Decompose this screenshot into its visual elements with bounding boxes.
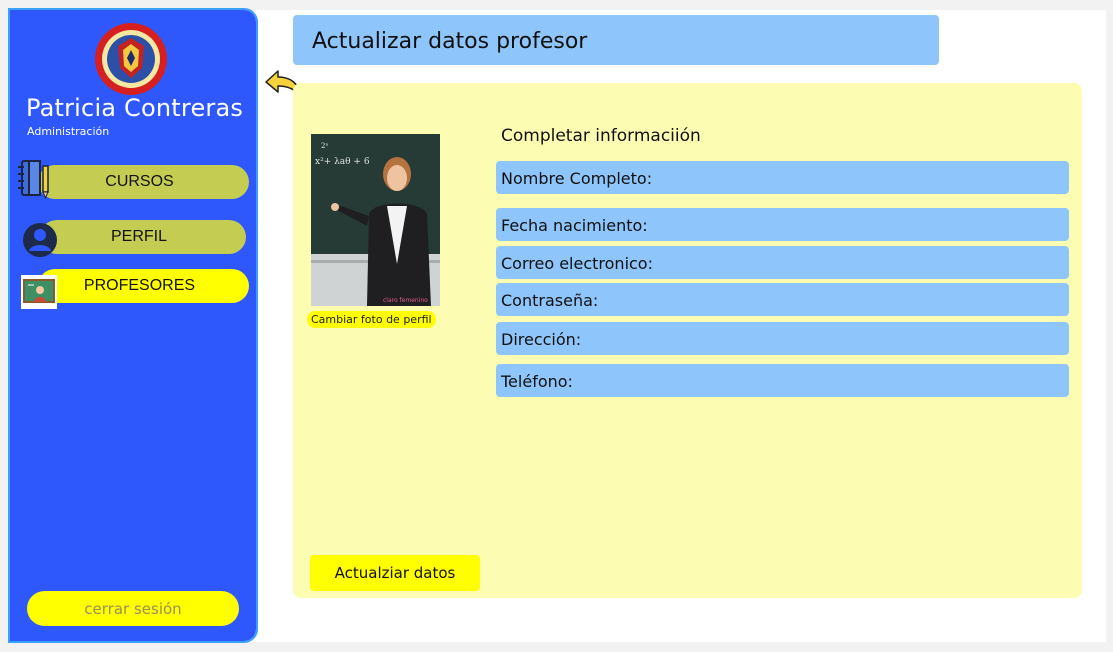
update-data-button[interactable]: Actualziar datos [310,555,480,591]
sidebar: Patricia Contreras Administración CURSOS… [8,8,258,643]
address-input[interactable] [676,326,1060,352]
email-field[interactable]: Correo electronico: [496,246,1069,279]
password-field[interactable]: Contraseña: [496,283,1069,316]
nav-item-profesores[interactable]: PROFESORES [38,269,249,303]
full-name-field[interactable]: Nombre Completo: [496,161,1069,194]
field-label: Correo electronico: [501,254,653,273]
nav-item-label: CURSOS [105,173,174,190]
field-label: Dirección: [501,330,582,349]
page-header: Actualizar datos profesor [293,15,939,65]
birthdate-input[interactable] [676,212,1060,238]
email-input[interactable] [676,250,1060,276]
svg-text:2ⁿ: 2ⁿ [321,142,328,150]
field-label: Teléfono: [501,372,573,391]
user-name: Patricia Contreras [26,94,244,122]
school-logo [95,23,167,95]
page-title: Actualizar datos profesor [312,29,588,54]
logout-button[interactable]: cerrar sesión [27,591,239,626]
phone-input[interactable] [676,368,1060,394]
notebook-icon [18,160,49,200]
change-photo-button[interactable]: Cambiar foto de perfil [307,311,436,328]
nav-item-label: PROFESORES [83,277,196,294]
profile-photo: x²+ λaθ + 6 2ⁿ claro femenino [311,134,440,306]
nav-item-perfil[interactable]: PERFIL [40,220,246,254]
nav-item-cursos[interactable]: CURSOS [38,165,249,199]
field-label: Fecha nacimiento: [501,216,648,235]
address-field[interactable]: Dirección: [496,322,1069,355]
teacher-icon [21,275,57,309]
nav-item-label: PERFIL [110,228,167,245]
user-icon [23,223,57,257]
form-panel: x²+ λaθ + 6 2ⁿ claro femenino Cambiar fo… [293,83,1082,598]
password-input[interactable] [676,287,1060,313]
field-label: Nombre Completo: [501,169,653,188]
user-role: Administración [27,125,110,138]
birthdate-field[interactable]: Fecha nacimiento: [496,208,1069,241]
section-title: Completar informaciión [501,126,701,146]
field-label: Contraseña: [501,291,599,310]
photo-watermark: claro femenino [383,297,428,304]
phone-field[interactable]: Teléfono: [496,364,1069,397]
svg-text:x²+ λaθ + 6: x²+ λaθ + 6 [315,157,370,167]
full-name-input[interactable] [676,165,1060,191]
